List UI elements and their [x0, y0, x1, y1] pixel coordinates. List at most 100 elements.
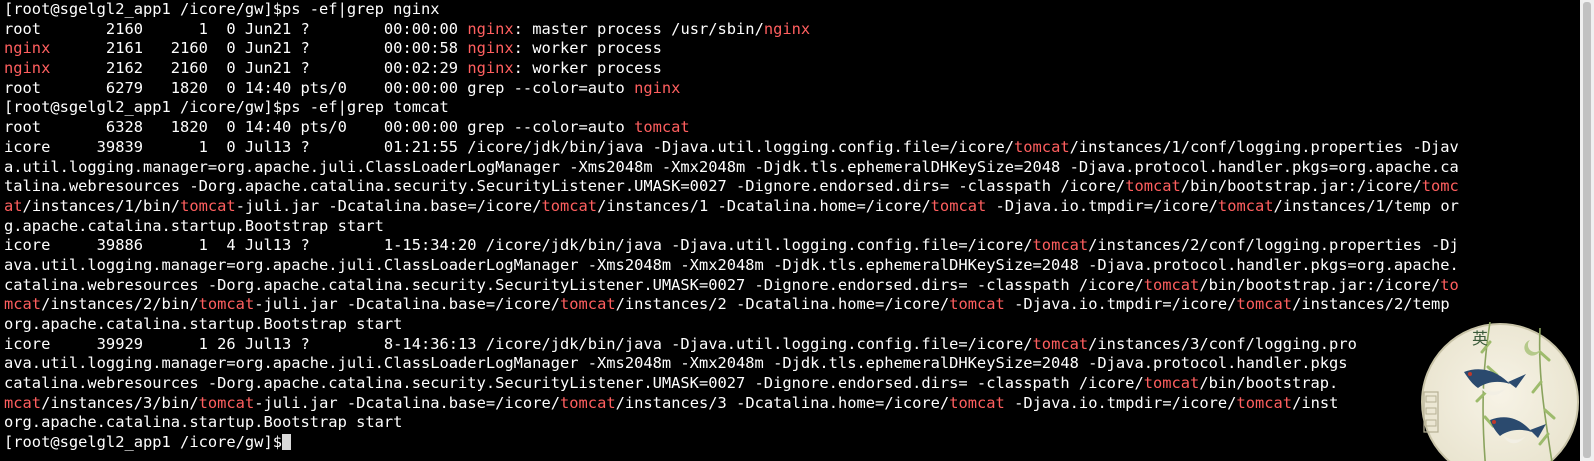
highlighted-match-text: nginx [634, 78, 681, 97]
terminal-text: [root@sgelgl2_app1 /icore/gw]$ps -ef|gre… [4, 98, 449, 117]
terminal-text: -juli.jar -Dcatalina.base=/icore/ [254, 393, 560, 412]
terminal-text: /instances/2/temp [1292, 295, 1450, 314]
terminal-text: ava.util.logging.manager=org.apache.juli… [4, 255, 1459, 274]
terminal-line: g.apache.catalina.startup.Bootstrap star… [4, 217, 1584, 237]
terminal-line: mcat/instances/3/bin/tomcat-juli.jar -Dc… [4, 394, 1584, 414]
terminal-text: root 6328 1820 0 14:40 pts/0 00:00:00 gr… [4, 118, 635, 137]
terminal-text: /instances/1 -Dcatalina.home=/icore/ [597, 196, 931, 215]
terminal-text: : master process /usr/sbin/ [513, 19, 764, 38]
terminal-line: mcat/instances/2/bin/tomcat-juli.jar -Dc… [4, 295, 1584, 315]
highlighted-match-text: nginx [467, 39, 514, 58]
terminal-window[interactable]: [root@sgelgl2_app1 /icore/gw]$ps -ef|gre… [0, 0, 1594, 461]
terminal-text: -Djava.io.tmpdir=/icore/ [1004, 295, 1237, 314]
terminal-text: org.apache.catalina.startup.Bootstrap st… [4, 413, 403, 432]
terminal-text: [root@sgelgl2_app1 /icore/gw]$ [4, 433, 282, 452]
highlighted-match-text: tomcat [541, 196, 598, 215]
terminal-output[interactable]: [root@sgelgl2_app1 /icore/gw]$ps -ef|gre… [4, 0, 1584, 453]
highlighted-match-text: nginx [4, 39, 51, 58]
highlighted-match-text: tomcat [949, 295, 1005, 314]
highlighted-match-text: nginx [4, 59, 51, 78]
terminal-text: /instances/2/conf/logging.properties -Dj [1088, 236, 1459, 255]
highlighted-match-text: nginx [467, 19, 514, 38]
terminal-text: 2162 2160 0 Jun21 ? 00:02:29 [50, 59, 468, 78]
highlighted-match-text: to [1440, 275, 1459, 294]
highlighted-match-text: nginx [763, 19, 811, 38]
terminal-text: /instances/1/temp or [1273, 196, 1459, 215]
terminal-text: [root@sgelgl2_app1 /icore/gw]$ps -ef|gre… [4, 0, 440, 18]
highlighted-match-text: mcat [4, 393, 42, 412]
terminal-text: -juli.jar -Dcatalina.base=/icore/ [235, 196, 542, 215]
terminal-line: [root@sgelgl2_app1 /icore/gw]$ps -ef|gre… [4, 0, 1584, 20]
terminal-text: /instances/2/bin/ [41, 295, 199, 314]
terminal-line: catalina.webresources -Dorg.apache.catal… [4, 276, 1584, 296]
terminal-text: /instances/3/bin/ [41, 393, 199, 412]
terminal-line: icore 39886 1 4 Jul13 ? 1-15:34:20 /icor… [4, 236, 1584, 256]
terminal-line: talina.webresources -Dorg.apache.catalin… [4, 177, 1584, 197]
highlighted-match-text: nginx [467, 59, 514, 78]
highlighted-match-text: tomcat [1032, 236, 1089, 255]
highlighted-match-text: tomcat [1217, 196, 1274, 215]
text-cursor [281, 434, 291, 451]
highlighted-match-text: tomcat [1143, 275, 1200, 294]
highlighted-match-text: tomcat [1236, 393, 1293, 412]
terminal-text: /bin/bootstrap.jar:/icore/ [1199, 275, 1441, 294]
terminal-text: /bin/bootstrap. [1199, 374, 1339, 393]
terminal-text: /instances/1/bin/ [22, 196, 181, 215]
terminal-text: ava.util.logging.manager=org.apache.juli… [4, 354, 1348, 373]
terminal-line: root 2160 1 0 Jun21 ? 00:00:00 nginx: ma… [4, 20, 1584, 40]
terminal-text: : worker process [513, 59, 662, 78]
highlighted-match-text: tomcat [949, 393, 1005, 412]
terminal-line: root 6328 1820 0 14:40 pts/0 00:00:00 gr… [4, 118, 1584, 138]
terminal-text: org.apache.catalina.startup.Bootstrap st… [4, 315, 403, 333]
terminal-text: icore 39886 1 4 Jul13 ? 1-15:34:20 /icor… [4, 236, 1033, 255]
terminal-text: root 6279 1820 0 14:40 pts/0 00:00:00 gr… [4, 78, 635, 97]
swallow-willow-stamp-icon: 英 [1421, 322, 1579, 461]
terminal-line: at/instances/1/bin/tomcat-juli.jar -Dcat… [4, 197, 1584, 217]
terminal-text: : worker process [513, 39, 662, 58]
terminal-text: /instances/3 -Dcatalina.home=/icore/ [615, 393, 950, 412]
terminal-line: root 6279 1820 0 14:40 pts/0 00:00:00 gr… [4, 79, 1584, 99]
terminal-text: /instances/3/conf/logging.pro [1088, 334, 1357, 353]
terminal-text: -Djava.io.tmpdir=/icore/ [1004, 393, 1237, 412]
terminal-text: /instances/2 -Dcatalina.home=/icore/ [615, 295, 950, 314]
terminal-line: [root@sgelgl2_app1 /icore/gw]$ps -ef|gre… [4, 98, 1584, 118]
terminal-line: a.util.logging.manager=org.apache.juli.C… [4, 158, 1584, 178]
terminal-line: org.apache.catalina.startup.Bootstrap st… [4, 315, 1584, 335]
terminal-line: [root@sgelgl2_app1 /icore/gw]$ [4, 433, 1584, 453]
terminal-text: 2161 2160 0 Jun21 ? 00:00:58 [50, 39, 468, 58]
highlighted-match-text: tomcat [180, 196, 236, 215]
highlighted-match-text: tomc [1421, 177, 1459, 196]
vertical-scrollbar[interactable] [1580, 0, 1594, 461]
terminal-text: catalina.webresources -Dorg.apache.catal… [4, 275, 1144, 294]
terminal-line: ava.util.logging.manager=org.apache.juli… [4, 256, 1584, 276]
highlighted-match-text: at [4, 196, 23, 215]
terminal-text: /inst [1292, 393, 1339, 412]
highlighted-match-text: tomcat [1143, 374, 1200, 393]
highlighted-match-text: tomcat [198, 393, 255, 412]
terminal-line: org.apache.catalina.startup.Bootstrap st… [4, 413, 1584, 433]
terminal-line: icore 39839 1 0 Jul13 ? 01:21:55 /icore/… [4, 138, 1584, 158]
terminal-text: g.apache.catalina.startup.Bootstrap star… [4, 216, 384, 235]
highlighted-match-text: tomcat [1014, 137, 1070, 156]
terminal-text: icore 39839 1 0 Jul13 ? 01:21:55 /icore/… [4, 137, 1014, 156]
highlighted-match-text: tomcat [560, 295, 616, 314]
highlighted-match-text: tomcat [198, 295, 255, 314]
terminal-text: -Djava.io.tmpdir=/icore/ [986, 196, 1218, 215]
terminal-text: icore 39929 1 26 Jul13 ? 8-14:36:13 /ico… [4, 334, 1033, 353]
highlighted-match-text: tomcat [1125, 177, 1181, 196]
terminal-line: ava.util.logging.manager=org.apache.juli… [4, 354, 1584, 374]
scrollbar-thumb[interactable] [1583, 2, 1591, 458]
terminal-line: icore 39929 1 26 Jul13 ? 8-14:36:13 /ico… [4, 335, 1584, 355]
terminal-text: a.util.logging.manager=org.apache.juli.C… [4, 157, 1459, 176]
highlighted-match-text: tomcat [1032, 334, 1089, 353]
terminal-text: catalina.webresources -Dorg.apache.catal… [4, 374, 1144, 393]
terminal-text: root 2160 1 0 Jun21 ? 00:00:00 [4, 19, 468, 38]
terminal-text: /bin/bootstrap.jar:/icore/ [1180, 177, 1422, 196]
svg-text:英: 英 [1472, 329, 1488, 348]
terminal-text: talina.webresources -Dorg.apache.catalin… [4, 177, 1126, 196]
highlighted-match-text: tomcat [1236, 295, 1293, 314]
highlighted-match-text: tomcat [930, 196, 987, 215]
terminal-line: nginx 2161 2160 0 Jun21 ? 00:00:58 nginx… [4, 39, 1584, 59]
highlighted-match-text: tomcat [560, 393, 616, 412]
terminal-line: catalina.webresources -Dorg.apache.catal… [4, 374, 1584, 394]
